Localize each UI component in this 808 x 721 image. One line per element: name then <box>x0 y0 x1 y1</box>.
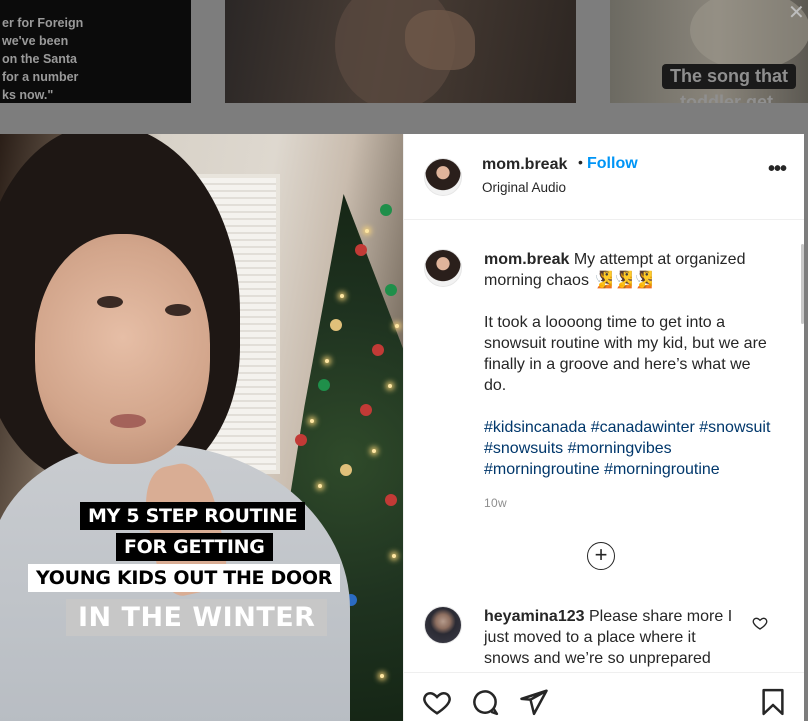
video-frame-light <box>392 554 396 558</box>
caption-paragraph: It took a loooong time to get into a sno… <box>484 314 767 394</box>
post-actions-bar <box>404 672 804 721</box>
comment-username[interactable]: heyamina123 <box>484 608 585 625</box>
separator-dot: • <box>578 154 583 170</box>
thumbnail-image <box>405 10 475 70</box>
author-username[interactable]: mom.break <box>482 156 567 174</box>
video-frame-ornament <box>355 244 367 256</box>
video-frame-light <box>310 419 314 423</box>
overlay-line-3: YOUNG KIDS OUT THE DOOR <box>28 564 341 592</box>
video-player[interactable]: MY 5 STEP ROUTINE FOR GETTING YOUNG KIDS… <box>0 134 403 721</box>
grid-thumbnail-2[interactable] <box>225 0 576 103</box>
thumbnail-caption: The song that <box>662 64 796 89</box>
video-frame-person-face <box>35 234 210 464</box>
overlay-line-2: FOR GETTING <box>116 533 273 561</box>
video-frame-ornament <box>330 319 342 331</box>
video-frame-light <box>365 229 369 233</box>
video-frame-light <box>325 359 329 363</box>
video-frame-ornament <box>385 284 397 296</box>
close-icon[interactable]: ✕ <box>788 3 806 23</box>
video-frame-eye <box>165 304 191 316</box>
comment-bubble-icon[interactable] <box>470 687 500 717</box>
overlay-line-4: IN THE WINTER <box>66 599 328 636</box>
video-frame-light <box>395 324 399 328</box>
follow-button[interactable]: Follow <box>587 155 638 173</box>
comment: heyamina123 Please share more I just mov… <box>484 606 744 669</box>
video-frame-ornament <box>340 464 352 476</box>
save-bookmark-icon[interactable] <box>758 687 788 717</box>
caption-hashtags[interactable]: #kidsincanada #canadawinter #snowsuit #s… <box>484 417 774 480</box>
thumbnail-caption: er for Foreign we've been on the Santa f… <box>2 16 84 102</box>
video-frame-light <box>318 484 322 488</box>
avatar[interactable] <box>424 249 462 287</box>
caption-emoji: 🧏🧏🧏 <box>593 272 654 289</box>
video-frame-ornament <box>372 344 384 356</box>
video-frame-light <box>380 674 384 678</box>
load-more-comments-button[interactable]: + <box>587 542 615 570</box>
grid-thumbnail-3[interactable]: The song that toddler get ✕ <box>610 0 808 103</box>
like-heart-icon[interactable] <box>422 687 452 717</box>
video-frame-ornament <box>318 379 330 391</box>
post-details-panel: mom.break • Follow Original Audio ••• mo… <box>403 134 804 721</box>
overlay-line-1: MY 5 STEP ROUTINE <box>80 502 306 530</box>
post-timestamp[interactable]: 10w <box>484 496 507 510</box>
video-frame-ornament <box>380 204 392 216</box>
more-options-icon[interactable]: ••• <box>768 158 787 181</box>
plus-circle-icon: + <box>594 542 608 567</box>
avatar[interactable] <box>424 606 462 644</box>
grid-thumbnail-1[interactable]: er for Foreign we've been on the Santa f… <box>0 0 191 103</box>
post-header: mom.break • Follow Original Audio ••• <box>404 134 804 220</box>
post-caption: mom.break My attempt at organized mornin… <box>484 249 774 480</box>
video-frame-light <box>340 294 344 298</box>
video-frame-mouth <box>110 414 146 428</box>
video-frame-light <box>372 449 376 453</box>
video-frame-ornament <box>385 494 397 506</box>
avatar[interactable] <box>424 158 462 196</box>
video-frame-ornament <box>360 404 372 416</box>
caption-username[interactable]: mom.break <box>484 251 569 268</box>
like-comment-heart-icon[interactable] <box>752 615 768 631</box>
post-modal: MY 5 STEP ROUTINE FOR GETTING YOUNG KIDS… <box>0 134 804 721</box>
audio-label[interactable]: Original Audio <box>482 180 566 195</box>
share-paper-plane-icon[interactable] <box>519 687 549 717</box>
scrollbar[interactable] <box>801 244 804 324</box>
video-frame-eye <box>97 296 123 308</box>
comments-list[interactable]: mom.break My attempt at organized mornin… <box>404 221 804 672</box>
video-frame-ornament <box>295 434 307 446</box>
video-frame-light <box>388 384 392 388</box>
thumbnail-caption: toddler get <box>680 92 773 103</box>
